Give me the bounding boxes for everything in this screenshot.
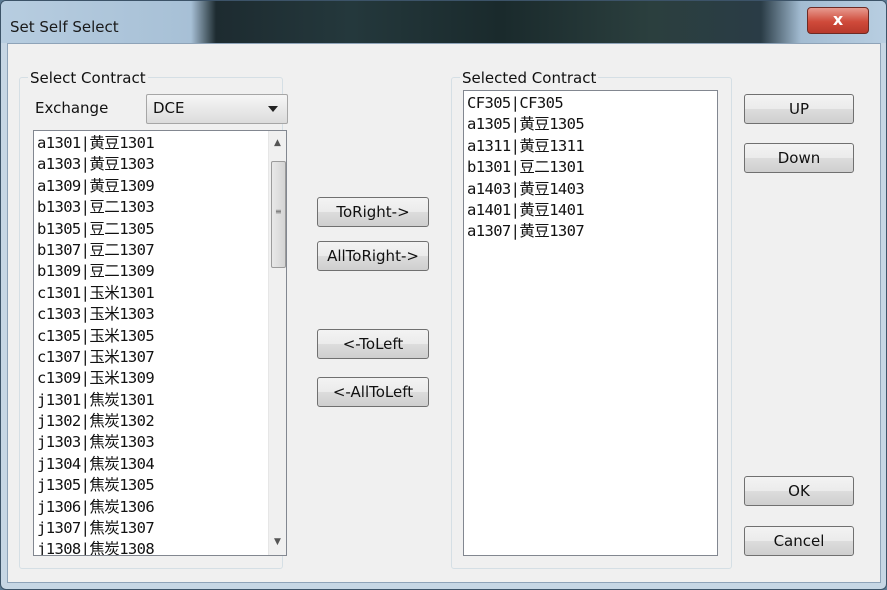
list-item[interactable]: a1311|黄豆1311 [467, 136, 585, 157]
dialog-window: Set Self Select x Select Contract Exchan… [0, 0, 887, 590]
available-contracts-list[interactable]: a1301|黄豆1301 a1303|黄豆1303 a1309|黄豆1309 b130… [33, 130, 287, 556]
list-item[interactable]: b1307|豆二1307 [37, 240, 155, 261]
close-button[interactable]: x [807, 7, 869, 34]
up-button[interactable]: UP [744, 94, 854, 124]
list-item[interactable]: c1307|玉米1307 [37, 347, 155, 368]
window-title: Set Self Select [10, 18, 119, 36]
scroll-up-arrow-icon[interactable]: ▲ [269, 135, 286, 152]
exchange-selected-value: DCE [153, 99, 185, 117]
select-contract-label: Select Contract [28, 69, 148, 87]
selected-contracts-list[interactable]: CF305|CF305 a1305|黄豆1305 a1311|黄豆1311 b1301… [463, 90, 718, 556]
ok-button[interactable]: OK [744, 476, 854, 506]
list-item[interactable]: c1305|玉米1305 [37, 326, 155, 347]
scroll-down-arrow-icon[interactable]: ▼ [269, 534, 286, 551]
down-button[interactable]: Down [744, 143, 854, 173]
list-item[interactable]: j1301|焦炭1301 [37, 390, 155, 411]
cancel-button[interactable]: Cancel [744, 526, 854, 556]
list-item[interactable]: j1304|焦炭1304 [37, 454, 155, 475]
list-item[interactable]: b1305|豆二1305 [37, 219, 155, 240]
chevron-down-icon [268, 106, 278, 112]
title-bar[interactable]: Set Self Select x [1, 1, 886, 43]
available-contracts-items: a1301|黄豆1301 a1303|黄豆1303 a1309|黄豆1309 b130… [37, 133, 155, 555]
to-left-button[interactable]: <-ToLeft [317, 329, 429, 359]
list-item[interactable]: j1305|焦炭1305 [37, 475, 155, 496]
list-item[interactable]: a1403|黄豆1403 [467, 179, 585, 200]
list-item[interactable]: a1401|黄豆1401 [467, 200, 585, 221]
grip-icon: ≡ [275, 207, 282, 216]
list-item[interactable]: j1306|焦炭1306 [37, 497, 155, 518]
list-item[interactable]: c1303|玉米1303 [37, 304, 155, 325]
to-right-button[interactable]: ToRight-> [317, 197, 429, 227]
list-item[interactable]: b1303|豆二1303 [37, 197, 155, 218]
list-item[interactable]: j1303|焦炭1303 [37, 432, 155, 453]
list-item[interactable]: CF305|CF305 [467, 93, 584, 114]
list-item[interactable]: b1309|豆二1309 [37, 261, 155, 282]
selected-contract-label: Selected Contract [460, 69, 599, 87]
list-item[interactable]: b1301|豆二1301 [467, 157, 585, 178]
exchange-dropdown[interactable]: DCE [146, 94, 288, 124]
list-item[interactable]: j1307|焦炭1307 [37, 518, 155, 539]
list-item[interactable]: j1308|焦炭1308 [37, 539, 155, 555]
dialog-client-area: Select Contract Exchange DCE a1301|黄豆130… [7, 43, 881, 583]
list-item[interactable]: a1309|黄豆1309 [37, 176, 155, 197]
list-item[interactable]: c1301|玉米1301 [37, 283, 155, 304]
list-item[interactable]: c1309|玉米1309 [37, 368, 155, 389]
vertical-scrollbar[interactable]: ▲ ≡ ▼ [268, 131, 286, 555]
all-to-right-button[interactable]: AllToRight-> [317, 241, 429, 271]
all-to-left-button[interactable]: <-AllToLeft [317, 377, 429, 407]
list-item[interactable]: a1301|黄豆1301 [37, 133, 155, 154]
list-item[interactable]: a1303|黄豆1303 [37, 154, 155, 175]
list-item[interactable]: a1305|黄豆1305 [467, 114, 585, 135]
exchange-label: Exchange [35, 99, 109, 117]
selected-contracts-items: CF305|CF305 a1305|黄豆1305 a1311|黄豆1311 b1301… [467, 93, 585, 243]
list-item[interactable]: a1307|黄豆1307 [467, 221, 585, 242]
list-item[interactable]: j1302|焦炭1302 [37, 411, 155, 432]
scrollbar-thumb[interactable]: ≡ [271, 161, 286, 268]
